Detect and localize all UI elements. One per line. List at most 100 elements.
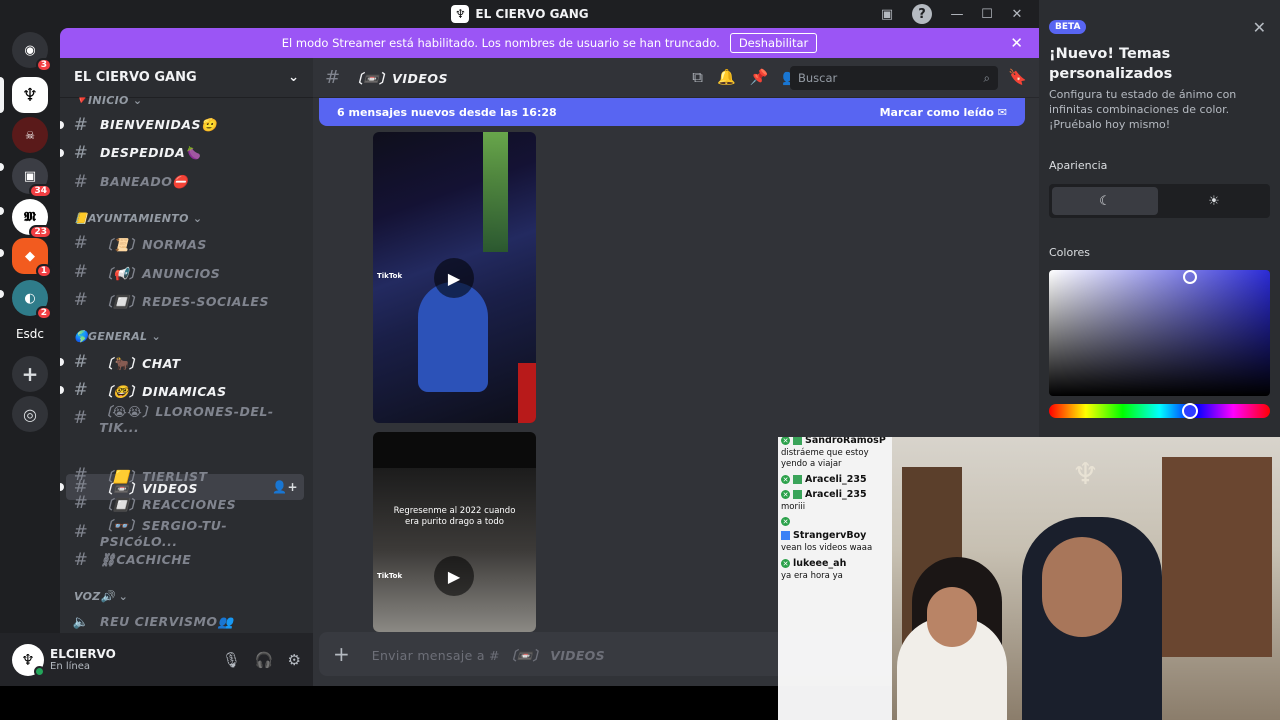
guild-header[interactable]: EL CIERVO GANG ⌄ bbox=[60, 58, 313, 98]
headphones-icon[interactable]: 🎧 bbox=[255, 651, 274, 669]
hash-icon: # bbox=[73, 352, 89, 372]
threads-icon[interactable]: ⧉ bbox=[692, 68, 703, 86]
play-icon[interactable]: ▶ bbox=[434, 258, 474, 298]
server-6[interactable]: ◐ 2 bbox=[12, 280, 52, 320]
server-ciervo-gang[interactable]: ♆ bbox=[12, 77, 48, 113]
voice-channel-reu[interactable]: 🔈 REU CIERVISMO👥 bbox=[66, 609, 304, 633]
chat-message-user: ✕ bbox=[781, 517, 889, 526]
minimize-icon[interactable]: — bbox=[942, 0, 972, 28]
help-icon[interactable]: ? bbox=[912, 4, 932, 24]
channel-llorones[interactable]: # 〔😭😭〕LLORONES-DEL-TIK... bbox=[66, 404, 304, 435]
streamer-mode-banner: El modo Streamer está habilitado. Los no… bbox=[60, 28, 1039, 58]
chat-message-text: moriii bbox=[781, 502, 806, 512]
channel-bienvenidas[interactable]: # BIENVENIDAS🫡 bbox=[60, 112, 304, 138]
panel-description: Configura tu estado de ánimo con infinit… bbox=[1049, 88, 1237, 131]
category-general[interactable]: 🌎GENERAL ⌄ bbox=[74, 330, 161, 343]
channel-sidebar: EL CIERVO GANG ⌄ 🔻INICIO ⌄ # BIENVENIDAS🫡… bbox=[60, 58, 313, 633]
category-inicio[interactable]: 🔻INICIO ⌄ bbox=[74, 94, 142, 107]
video-attachment[interactable]: TikTok ▶ bbox=[373, 132, 536, 423]
close-icon[interactable]: ✕ bbox=[1253, 18, 1266, 37]
light-mode-option[interactable]: ☀ bbox=[1161, 187, 1267, 215]
channel-label: 〔📢〕ANUNCIOS bbox=[100, 265, 221, 281]
server-5[interactable]: ◆ 1 bbox=[12, 238, 52, 278]
server-4[interactable]: 𝕸 23 bbox=[12, 199, 52, 239]
channel-redes-sociales[interactable]: # 〔🔲〕REDES-SOCIALES bbox=[66, 287, 304, 313]
chat-username: SandroRamosP bbox=[805, 437, 886, 446]
mark-read-label: Marcar como leído bbox=[879, 105, 994, 119]
color-picker[interactable] bbox=[1049, 270, 1270, 396]
moon-icon: ☾ bbox=[1099, 193, 1111, 209]
channel-label: 〔🤓〕DINAMICAS bbox=[100, 383, 227, 399]
color-picker-handle[interactable] bbox=[1183, 270, 1197, 284]
sub-badge-icon bbox=[793, 490, 802, 499]
mark-read-button[interactable]: Marcar como leído ✉ bbox=[880, 106, 1007, 119]
chat-message-user: ✕ SandroRamosP bbox=[781, 437, 889, 446]
server-3[interactable]: ▣ 34 bbox=[12, 158, 52, 198]
category-ayuntamiento[interactable]: 📒AYUNTAMIENTO ⌄ bbox=[74, 212, 202, 225]
channel-baneado[interactable]: # BANEADO⛔ bbox=[66, 169, 304, 195]
sub-badge-icon bbox=[793, 437, 802, 445]
server-5-icon: ◆ bbox=[25, 248, 35, 264]
explore-servers-button[interactable]: ◎ bbox=[12, 396, 48, 432]
panel-title: ¡Nuevo! Temas personalizados bbox=[1049, 46, 1173, 82]
bell-icon[interactable]: 🔔 bbox=[717, 68, 736, 86]
server-5-badge: 1 bbox=[35, 264, 52, 278]
user-info[interactable]: ELCIERVO En línea bbox=[50, 647, 222, 672]
channel-label: DESPEDIDA🍆 bbox=[100, 145, 202, 160]
chat-header: # 〔📼〕VIDEOS ⧉ 🔔 📌 👥 Buscar ⌕ 🔖 bbox=[313, 58, 1039, 98]
server-2[interactable]: ☠ bbox=[12, 117, 48, 153]
channel-label: ⛓CACHICHE bbox=[100, 552, 192, 567]
video-attachment[interactable]: Regresenme al 2022 cuando era purito dra… bbox=[373, 432, 536, 632]
unread-indicator bbox=[60, 149, 64, 157]
channel-normas[interactable]: # 〔📜〕NORMAS bbox=[66, 230, 304, 256]
close-window-icon[interactable]: ✕ bbox=[1002, 0, 1032, 28]
appearance-label: Apariencia bbox=[1049, 159, 1108, 172]
hash-icon: # bbox=[73, 465, 89, 485]
hue-slider-handle[interactable] bbox=[1182, 403, 1199, 419]
dark-mode-option[interactable]: ☾ bbox=[1052, 187, 1158, 215]
disable-streamer-button[interactable]: Deshabilitar bbox=[729, 33, 818, 53]
gear-icon[interactable]: ⚙ bbox=[288, 651, 301, 669]
hash-icon: # bbox=[325, 67, 341, 88]
composer-prefix: Enviar mensaje a # bbox=[371, 647, 505, 663]
avatar[interactable]: ♆ bbox=[12, 643, 45, 677]
search-input[interactable]: Buscar ⌕ bbox=[790, 66, 998, 90]
badge-icon: ✕ bbox=[781, 437, 790, 445]
channel-anuncios[interactable]: # 〔📢〕ANUNCIOS bbox=[66, 259, 304, 285]
channel-cachiche[interactable]: # ⛓CACHICHE bbox=[66, 547, 304, 573]
unread-indicator bbox=[60, 358, 64, 366]
channel-label: BIENVENIDAS🫡 bbox=[100, 117, 218, 132]
channel-tierlist[interactable]: # 〔🟨〕TIERLIST bbox=[66, 462, 304, 488]
maximize-icon[interactable]: ☐ bbox=[972, 0, 1002, 28]
microphone-icon[interactable]: 🎙 bbox=[222, 651, 241, 669]
server-esdc[interactable]: Esdc bbox=[12, 316, 48, 352]
channel-label: 〔🐂〕CHAT bbox=[100, 355, 181, 371]
add-attachment-icon[interactable]: + bbox=[333, 642, 350, 666]
channel-dinamicas[interactable]: # 〔🤓〕DINAMICAS bbox=[60, 377, 304, 403]
inbox-bookmark-icon[interactable]: 🔖 bbox=[1008, 68, 1027, 86]
colors-label: Colores bbox=[1049, 246, 1090, 259]
play-icon[interactable]: ▶ bbox=[434, 556, 474, 596]
sub-badge-icon bbox=[793, 475, 802, 484]
channel-chat[interactable]: # 〔🐂〕CHAT bbox=[60, 349, 304, 375]
category-voz[interactable]: VOZ🔊 ⌄ bbox=[74, 590, 128, 603]
channel-despedida[interactable]: # DESPEDIDA🍆 bbox=[60, 140, 304, 166]
channel-sergio[interactable]: # 〔👓〕SERGIO-TU-PSICóLO... bbox=[66, 518, 304, 549]
hash-icon: # bbox=[73, 115, 89, 135]
add-server-button[interactable]: + bbox=[12, 356, 48, 392]
inbox-icon[interactable]: ▣ bbox=[872, 0, 902, 28]
deer-icon: ♆ bbox=[21, 84, 39, 106]
appearance-toggle: ☾ ☀ bbox=[1049, 184, 1270, 218]
pin-icon[interactable]: 📌 bbox=[750, 68, 769, 86]
new-messages-bar[interactable]: 6 mensajes nuevos desde las 16:28 Marcar… bbox=[319, 98, 1025, 126]
search-icon: ⌕ bbox=[983, 70, 990, 85]
close-icon[interactable]: ✕ bbox=[1010, 34, 1023, 52]
chat-message-user: ✕ lukeee_ah bbox=[781, 558, 889, 569]
tiktok-watermark: TikTok bbox=[377, 572, 403, 580]
hash-icon: # bbox=[73, 408, 88, 428]
hue-slider[interactable] bbox=[1049, 403, 1270, 419]
chat-username: lukeee_ah bbox=[793, 558, 847, 569]
server-home[interactable]: ◉ 3 bbox=[12, 32, 52, 72]
channel-reacciones[interactable]: # 〔🔲〕REACCIONES bbox=[66, 490, 304, 516]
hash-icon: # bbox=[73, 172, 89, 192]
